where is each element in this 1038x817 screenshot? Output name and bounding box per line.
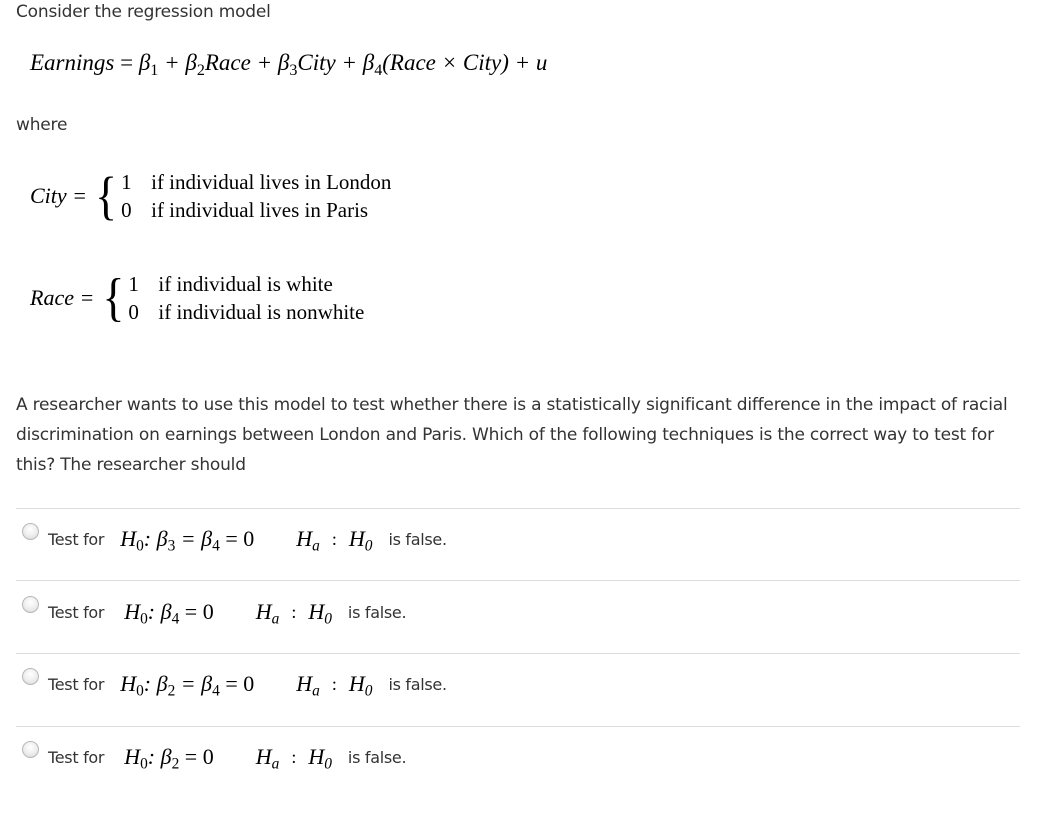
case-value: 1	[128, 272, 139, 296]
case-value: 1	[121, 170, 132, 194]
where-text: where	[16, 115, 68, 135]
option-prefix: Test for	[48, 529, 105, 549]
colon: :	[291, 746, 297, 767]
regression-equation: Earnings = β1 + β2Race + β3City + β4(Rac…	[30, 50, 548, 79]
answer-option[interactable]: Test for H0: β2 = β4 = 0 Ha : H0 is fals…	[22, 667, 447, 700]
divider	[16, 580, 1020, 581]
brace-icon: {	[95, 166, 118, 225]
colon: :	[331, 673, 337, 694]
colon: :	[291, 601, 297, 622]
null-hypothesis: H0: β4 = 0	[124, 599, 214, 628]
null-hypothesis: H0: β2 = β4 = 0	[120, 671, 255, 700]
eq-term: Race + β	[204, 50, 290, 75]
h0-ref: H0	[308, 744, 332, 773]
option-prefix: Test for	[48, 674, 105, 694]
radio-button[interactable]	[22, 522, 39, 540]
intro-text: Consider the regression model	[16, 2, 271, 22]
divider	[16, 726, 1020, 727]
divider	[16, 508, 1020, 509]
eq-beta: β	[138, 50, 151, 75]
option-prefix: Test for	[48, 602, 105, 622]
alt-hypothesis: Ha	[296, 526, 320, 555]
question-text: A researcher wants to use this model to …	[16, 395, 1008, 475]
race-definition: Race = { 1 if individual is white 0 if ind…	[30, 270, 364, 326]
alt-hypothesis: Ha	[296, 671, 320, 700]
case-value: 0	[121, 198, 132, 222]
radio-button[interactable]	[22, 740, 39, 758]
eq-term: + β	[164, 50, 197, 75]
answer-option[interactable]: Test for H0: β3 = β4 = 0 Ha : H0 is fals…	[22, 522, 447, 555]
answer-option[interactable]: Test for H0: β4 = 0 Ha : H0 is false.	[22, 595, 407, 628]
brace-icon: {	[102, 268, 125, 327]
alt-hypothesis: Ha	[255, 599, 280, 628]
eq-sub: 2	[196, 61, 205, 79]
answer-option[interactable]: Test for H0: β2 = 0 Ha : H0 is false.	[22, 740, 407, 773]
case-text: if individual lives in Paris	[151, 198, 369, 222]
eq-term: City + β	[297, 50, 375, 75]
option-suffix: is false.	[347, 747, 407, 767]
divider	[16, 653, 1020, 654]
null-hypothesis: H0: β3 = β4 = 0	[120, 526, 255, 555]
city-definition: City = { 1 if individual lives in London …	[30, 168, 391, 224]
eq-term: (Race × City) + u	[382, 50, 548, 75]
option-suffix: is false.	[388, 674, 447, 694]
case-text: if individual is white	[158, 272, 333, 296]
h0-ref: H0	[308, 599, 332, 628]
race-lhs: Race =	[30, 285, 95, 310]
case-text: if individual lives in London	[151, 170, 392, 194]
option-prefix: Test for	[48, 747, 105, 767]
null-hypothesis: H0: β2 = 0	[124, 744, 214, 773]
h0-ref: H0	[348, 671, 373, 700]
alt-hypothesis: Ha	[255, 744, 280, 773]
eq-sub: 1	[150, 61, 159, 79]
h0-ref: H0	[348, 526, 373, 555]
city-lhs: City =	[30, 183, 88, 208]
option-suffix: is false.	[388, 529, 447, 549]
eq-lhs: Earnings	[30, 50, 115, 75]
colon: :	[331, 528, 337, 549]
option-suffix: is false.	[347, 602, 407, 622]
radio-button[interactable]	[22, 595, 39, 613]
eq-sign: =	[120, 50, 134, 75]
case-text: if individual is nonwhite	[158, 300, 365, 324]
radio-button[interactable]	[22, 667, 39, 685]
case-value: 0	[128, 300, 139, 324]
